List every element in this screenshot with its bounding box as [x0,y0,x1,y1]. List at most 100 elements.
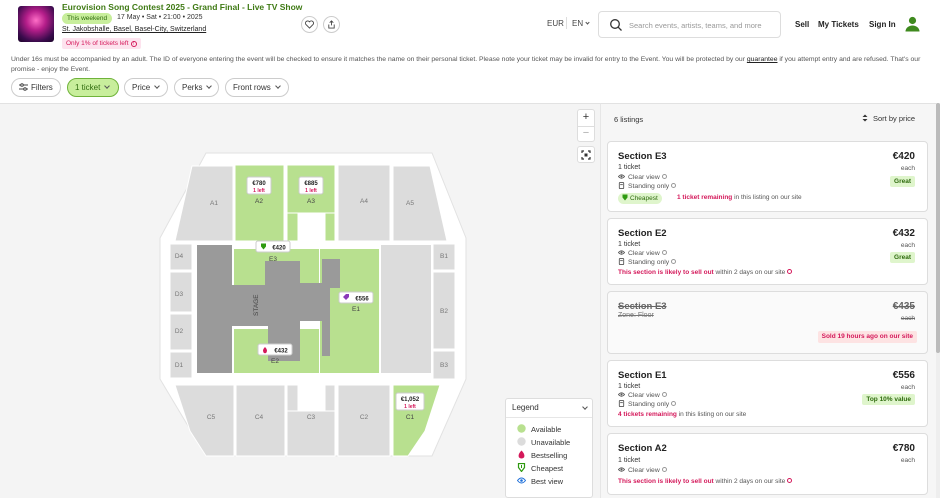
search-input[interactable] [629,16,779,34]
label-A5: A5 [406,200,414,207]
front-rows-filter[interactable]: Front rows [225,78,289,97]
listings-scrollbar-thumb[interactable] [936,103,940,353]
sell-out-text: within 2 days on our site [713,269,786,276]
legend-best-view: Best view [517,476,563,486]
listing-card[interactable]: Section E2 1 ticket €432 each Clear view… [607,218,928,285]
remaining-bold: 1 ticket remaining [677,194,733,201]
zoom-out-button[interactable]: − [578,126,594,141]
section-C3-upper[interactable] [286,384,299,412]
price-pin-e1[interactable]: €556 [338,291,374,304]
info-icon[interactable] [661,174,667,179]
legend-label: Available [531,425,562,434]
section-floor-left[interactable] [197,245,232,373]
fit-map-button[interactable] [577,146,595,163]
event-title[interactable]: Eurovision Song Contest 2025 - Grand Fin… [62,2,302,12]
price-pin-e3[interactable]: €420 [255,240,291,253]
info-icon[interactable] [661,392,667,397]
tickets-left-badge: Only 1% of tickets left! [62,38,141,49]
guarantee-link[interactable]: guarantee [747,56,778,63]
zoom-in-button[interactable]: + [578,110,594,125]
listing-qty: 1 ticket [618,241,641,248]
pin-a3-left: 1 left [305,188,317,194]
sell-link[interactable]: Sell [795,20,809,29]
map-legend[interactable]: Legend Available Unavailable Bestselling… [505,398,593,498]
section-C3-upper-right[interactable] [324,384,336,412]
flame-icon [518,450,525,459]
info-icon[interactable] [787,478,793,483]
price-filter[interactable]: Price [124,78,168,97]
my-tickets-link[interactable]: My Tickets [818,20,859,29]
label-C5: C5 [207,414,216,421]
info-icon[interactable] [671,183,677,188]
price-pin-a2[interactable]: €780 1 left [246,176,272,195]
label-A3: A3 [307,198,315,205]
label-D3: D3 [175,291,184,298]
share-button[interactable] [323,16,340,33]
listing-qty: 1 ticket [618,164,641,171]
listing-each: each [900,242,915,249]
venue-link[interactable]: St. Jakobshalle, Basel, Basel-City, Swit… [62,26,206,33]
available-swatch-icon [517,424,526,433]
chevron-down-icon [104,83,111,89]
label-E2: E2 [271,358,279,365]
search-box[interactable] [598,11,781,38]
section-A3-lower-right[interactable] [324,212,336,242]
label-C1: C1 [406,414,415,421]
section-C5[interactable] [174,384,235,457]
section-A3-lower[interactable] [286,212,299,242]
favorite-button[interactable] [301,16,318,33]
listing-card-sold[interactable]: Section E3 Zone: Floor €435 each Sold 19… [607,291,928,354]
section-A1[interactable] [174,165,234,242]
info-icon[interactable] [661,467,667,472]
legend-bestselling: Bestselling [517,450,567,460]
cheapest-icon [622,194,628,201]
language-label: EN [572,19,584,28]
perks-filter-label: Perks [182,83,203,92]
avatar-icon[interactable] [904,15,921,32]
listing-card[interactable]: Section E3 1 ticket €420 each Clear view… [607,141,928,212]
listing-section: Section E2 [618,228,667,239]
label-A1: A1 [210,200,218,207]
feature-label: Clear view [628,467,660,474]
pin-a2-left: 1 left [253,188,265,194]
listing-card[interactable]: Section A2 1 ticket €780 each Clear view… [607,433,928,495]
price-pin-e2[interactable]: €432 [257,343,293,356]
filters-button[interactable]: Filters [11,78,61,97]
legend-unavailable: Unavailable [517,437,570,447]
sort-button[interactable]: Sort by price [861,114,915,123]
price-pin-a3[interactable]: €885 1 left [298,176,324,195]
event-thumbnail[interactable] [18,6,54,42]
divider [566,17,567,29]
info-icon[interactable] [671,259,677,264]
info-icon[interactable] [661,250,667,255]
listing-card[interactable]: Section E1 1 ticket €556 each Clear view… [607,360,928,427]
section-floor-right[interactable] [381,245,431,373]
info-icon[interactable] [671,401,677,406]
legend-label: Best view [531,477,564,486]
entry-notice: Under 16s must be accompanied by an adul… [11,55,926,75]
price-pin-c1[interactable]: €1,052 1 left [395,392,425,411]
feature-label: Clear view [628,174,660,181]
language-selector[interactable]: EN [572,19,590,28]
divider [506,417,592,418]
perks-filter[interactable]: Perks [174,78,219,97]
pin-e1-price: €556 [355,297,369,303]
info-icon[interactable] [787,269,793,274]
sell-out-note: This section is likely to sell out withi… [618,268,793,278]
label-D2: D2 [175,328,184,335]
label-C3: C3 [307,414,316,421]
label-D1: D1 [175,362,184,369]
feature-label: Standing only [628,401,670,408]
label-A2: A2 [255,198,263,205]
ticket-qty-filter[interactable]: 1 ticket [67,78,119,97]
notice-text: Under 16s must be accompanied by an adul… [11,56,747,63]
header: Eurovision Song Contest 2025 - Grand Fin… [0,0,940,52]
chevron-down-icon[interactable] [582,404,588,410]
legend-cheapest: Cheapest [517,463,563,473]
sort-label: Sort by price [873,114,916,123]
currency-selector[interactable]: EUR [547,19,564,28]
eye-icon [618,250,625,255]
remaining-bold: 4 tickets remaining [618,411,677,418]
unavailable-swatch-icon [517,437,526,446]
sign-in-link[interactable]: Sign In [869,20,896,29]
